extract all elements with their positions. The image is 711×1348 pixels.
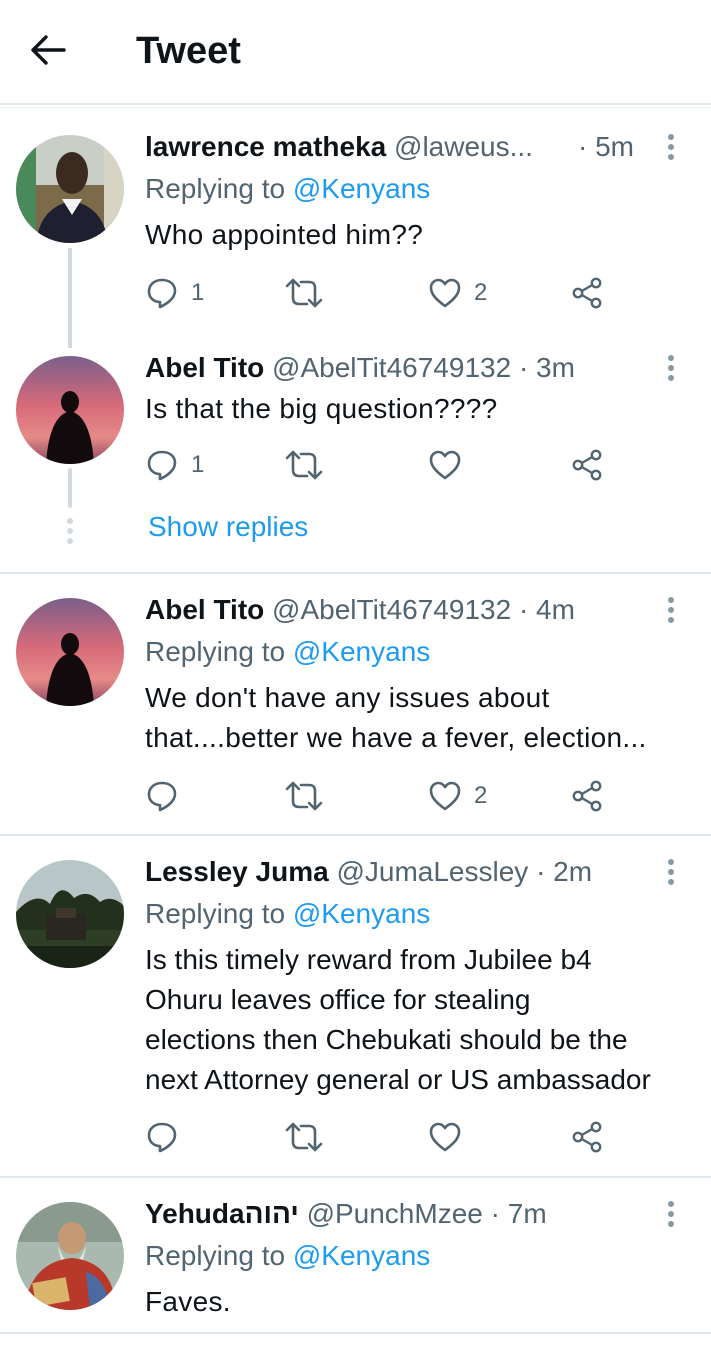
like-button[interactable]: 2 (428, 273, 487, 313)
reply-icon (147, 450, 177, 481)
tweet-text: Faves. (145, 1286, 231, 1317)
author-handle[interactable]: @AbelTit46749132 (272, 352, 511, 383)
retweet-icon (285, 1122, 323, 1152)
tweet-actions (145, 1117, 615, 1157)
avatar[interactable] (16, 860, 124, 968)
retweet-icon (285, 781, 323, 811)
tweet-divider (0, 834, 711, 836)
share-button[interactable] (570, 273, 604, 313)
tweet-actions: 1 2 (145, 273, 615, 313)
tweet-meta: Abel Tito @AbelTit46749132 · 3m (145, 348, 637, 388)
mention-link[interactable]: @Kenyans (293, 898, 430, 929)
more-options-button[interactable] (659, 348, 683, 388)
tweet-divider (0, 1176, 711, 1178)
tweet-text: Is this timely reward from Jubilee b4 Oh… (145, 944, 651, 1095)
author-name[interactable]: Abel Tito (145, 352, 264, 383)
tweet-divider (0, 572, 711, 574)
retweet-button[interactable] (285, 776, 335, 816)
heart-icon (429, 278, 461, 308)
more-options-button[interactable] (659, 1194, 683, 1234)
author-handle[interactable]: @AbelTit46749132 (272, 594, 511, 625)
reply-icon (147, 781, 177, 812)
mention-link[interactable]: @Kenyans (293, 173, 430, 204)
replying-to: Replying to @Kenyans (145, 1240, 431, 1271)
share-button[interactable] (570, 776, 604, 816)
top-bar: Tweet (0, 0, 711, 108)
author-handle[interactable]: @PunchMzee (307, 1198, 483, 1229)
retweet-icon (285, 450, 323, 480)
reply-button[interactable] (145, 1117, 191, 1157)
replying-to: Replying to @Kenyans (145, 173, 431, 204)
heart-icon (429, 450, 461, 480)
tweet-time: · 2m (536, 856, 593, 887)
show-replies-link[interactable]: Show replies (148, 507, 308, 547)
more-options-button[interactable] (659, 590, 683, 630)
share-icon (572, 780, 602, 812)
tweet-actions: 2 (145, 776, 615, 816)
heart-icon (429, 1122, 461, 1152)
avatar[interactable] (16, 135, 124, 243)
tweet-time: · 3m (518, 352, 575, 383)
share-icon (572, 449, 602, 481)
author-name[interactable]: Yehudaיהוה (145, 1198, 299, 1229)
thread-connector-dots (66, 468, 74, 516)
replying-to: Replying to @Kenyans (145, 636, 431, 667)
share-icon (572, 1121, 602, 1153)
avatar[interactable] (16, 598, 124, 706)
reply-icon (147, 278, 177, 309)
tweet-time: · 4m (518, 594, 575, 625)
share-button[interactable] (570, 1117, 604, 1157)
author-name[interactable]: Abel Tito (145, 594, 264, 625)
reply-button[interactable]: 1 (145, 273, 204, 313)
retweet-button[interactable] (285, 273, 335, 313)
header-divider-secondary (0, 107, 711, 108)
thread-connector (68, 248, 72, 348)
share-button[interactable] (570, 445, 604, 485)
header-divider (0, 103, 711, 105)
reply-button[interactable] (145, 776, 191, 816)
share-icon (572, 277, 602, 309)
tweet-divider (0, 1332, 711, 1334)
reply-icon (147, 1122, 177, 1153)
more-options-button[interactable] (659, 127, 683, 167)
mention-link[interactable]: @Kenyans (293, 636, 430, 667)
author-handle[interactable]: @JumaLessley (336, 856, 528, 887)
avatar[interactable] (16, 356, 124, 464)
tweet-text: We don't have any issues about that....b… (145, 682, 647, 753)
author-handle[interactable]: @laweus... (394, 131, 533, 162)
thread-ellipsis (66, 518, 74, 548)
retweet-button[interactable] (285, 1117, 335, 1157)
arrow-left-icon (31, 35, 66, 65)
page-title: Tweet (136, 30, 241, 72)
tweet-time: · 7m (490, 1198, 547, 1229)
retweet-button[interactable] (285, 445, 335, 485)
tweet-time: · 5m (578, 131, 634, 162)
tweet-meta: Yehudaיהוה @PunchMzee · 7m (145, 1194, 637, 1234)
avatar[interactable] (16, 1202, 124, 1310)
back-button[interactable] (26, 28, 70, 72)
author-name[interactable]: lawrence matheka (145, 131, 386, 162)
like-button[interactable] (428, 1117, 474, 1157)
tweet-text: Is that the big question???? (145, 393, 498, 424)
like-button[interactable]: 2 (428, 776, 487, 816)
replying-to: Replying to @Kenyans (145, 898, 431, 929)
mention-link[interactable]: @Kenyans (293, 1240, 430, 1271)
tweet-actions: 1 (145, 445, 615, 485)
more-options-button[interactable] (659, 852, 683, 892)
author-name[interactable]: Lessley Juma (145, 856, 329, 887)
retweet-icon (285, 278, 323, 308)
like-button[interactable] (428, 445, 474, 485)
tweet-text: Who appointed him?? (145, 219, 424, 250)
tweet-meta: Lessley Juma @JumaLessley · 2m (145, 852, 637, 892)
heart-icon (429, 781, 461, 811)
tweet-meta: Abel Tito @AbelTit46749132 · 4m (145, 590, 637, 630)
tweet-meta: lawrence matheka @laweus... (145, 127, 551, 167)
reply-button[interactable]: 1 (145, 445, 204, 485)
